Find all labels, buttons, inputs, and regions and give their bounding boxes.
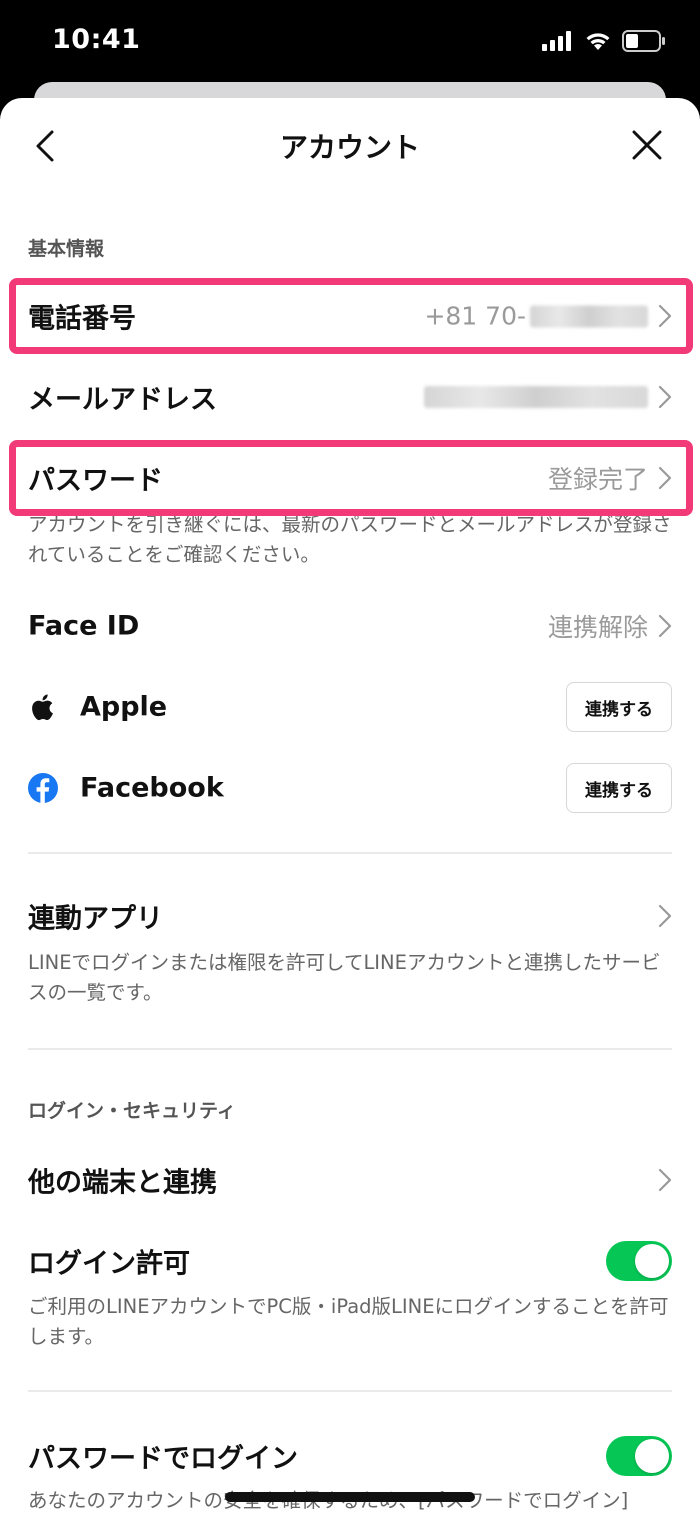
highlight-password — [9, 440, 693, 516]
other-devices-label: 他の端末と連携 — [28, 1167, 217, 1199]
toggle-knob — [635, 1244, 669, 1278]
apple-link-button[interactable]: 連携する — [566, 682, 672, 732]
chevron-right-icon — [658, 1168, 672, 1192]
face-id-value: 連携解除 — [547, 613, 648, 642]
divider — [28, 852, 672, 854]
password-login-toggle[interactable] — [606, 1436, 672, 1476]
email-value — [424, 386, 648, 408]
status-icons — [542, 30, 666, 52]
password-note: アカウントを引き継ぐには、最新のパスワードとメールアドレスが登録されていることを… — [28, 513, 672, 566]
apple-logo-icon — [32, 694, 53, 721]
apple-label: Apple — [80, 691, 168, 723]
email-redacted — [424, 386, 648, 408]
facebook-label: Facebook — [80, 772, 224, 804]
nav-bar: アカウント — [0, 98, 700, 194]
password-login-row: パスワードでログイン — [0, 1416, 700, 1496]
account-sheet: アカウント 基本情報 電話番号 +81 70- メールアドレス パスワード 登録… — [0, 98, 700, 1514]
login-allow-label: ログイン許可 — [28, 1248, 190, 1280]
face-id-label: Face ID — [28, 610, 140, 642]
apple-row: Apple 連携する — [0, 667, 700, 747]
facebook-logo-icon — [28, 773, 58, 803]
password-login-label: パスワードでログイン — [28, 1443, 298, 1475]
highlight-phone-number — [9, 278, 693, 354]
other-devices-row[interactable]: 他の端末と連携 — [0, 1140, 700, 1220]
divider — [28, 1390, 672, 1392]
chevron-right-icon — [658, 385, 672, 409]
status-bar: 10:41 — [0, 0, 700, 90]
cellular-signal-icon — [542, 31, 571, 51]
login-allow-row: ログイン許可 — [0, 1221, 700, 1301]
close-icon[interactable] — [630, 128, 664, 162]
face-id-row[interactable]: Face ID 連携解除 — [0, 586, 700, 666]
email-label: メールアドレス — [28, 384, 217, 416]
chevron-right-icon — [658, 904, 672, 928]
section-header-basic-info: 基本情報 — [28, 238, 105, 260]
status-time: 10:41 — [52, 24, 141, 55]
login-allow-toggle[interactable] — [606, 1241, 672, 1281]
divider — [28, 1048, 672, 1050]
section-header-login-security: ログイン・セキュリティ — [28, 1100, 236, 1122]
facebook-link-button[interactable]: 連携する — [566, 763, 672, 813]
home-indicator[interactable] — [225, 1492, 475, 1502]
linked-apps-note: LINEでログインまたは権限を許可してLINEアカウントと連携したサービスの一覧… — [28, 951, 661, 1004]
wifi-icon — [586, 33, 610, 50]
login-allow-note: ご利用のLINEアカウントでPC版・iPad版LINEにログインすることを許可し… — [28, 1295, 669, 1348]
facebook-row: Facebook 連携する — [0, 748, 700, 828]
chevron-right-icon — [658, 614, 672, 638]
linked-apps-row[interactable]: 連動アプリ — [0, 876, 700, 956]
page-title: アカウント — [279, 131, 420, 164]
toggle-knob — [635, 1439, 669, 1473]
email-row[interactable]: メールアドレス — [0, 357, 700, 437]
linked-apps-label: 連動アプリ — [28, 903, 163, 935]
battery-icon — [622, 30, 665, 52]
